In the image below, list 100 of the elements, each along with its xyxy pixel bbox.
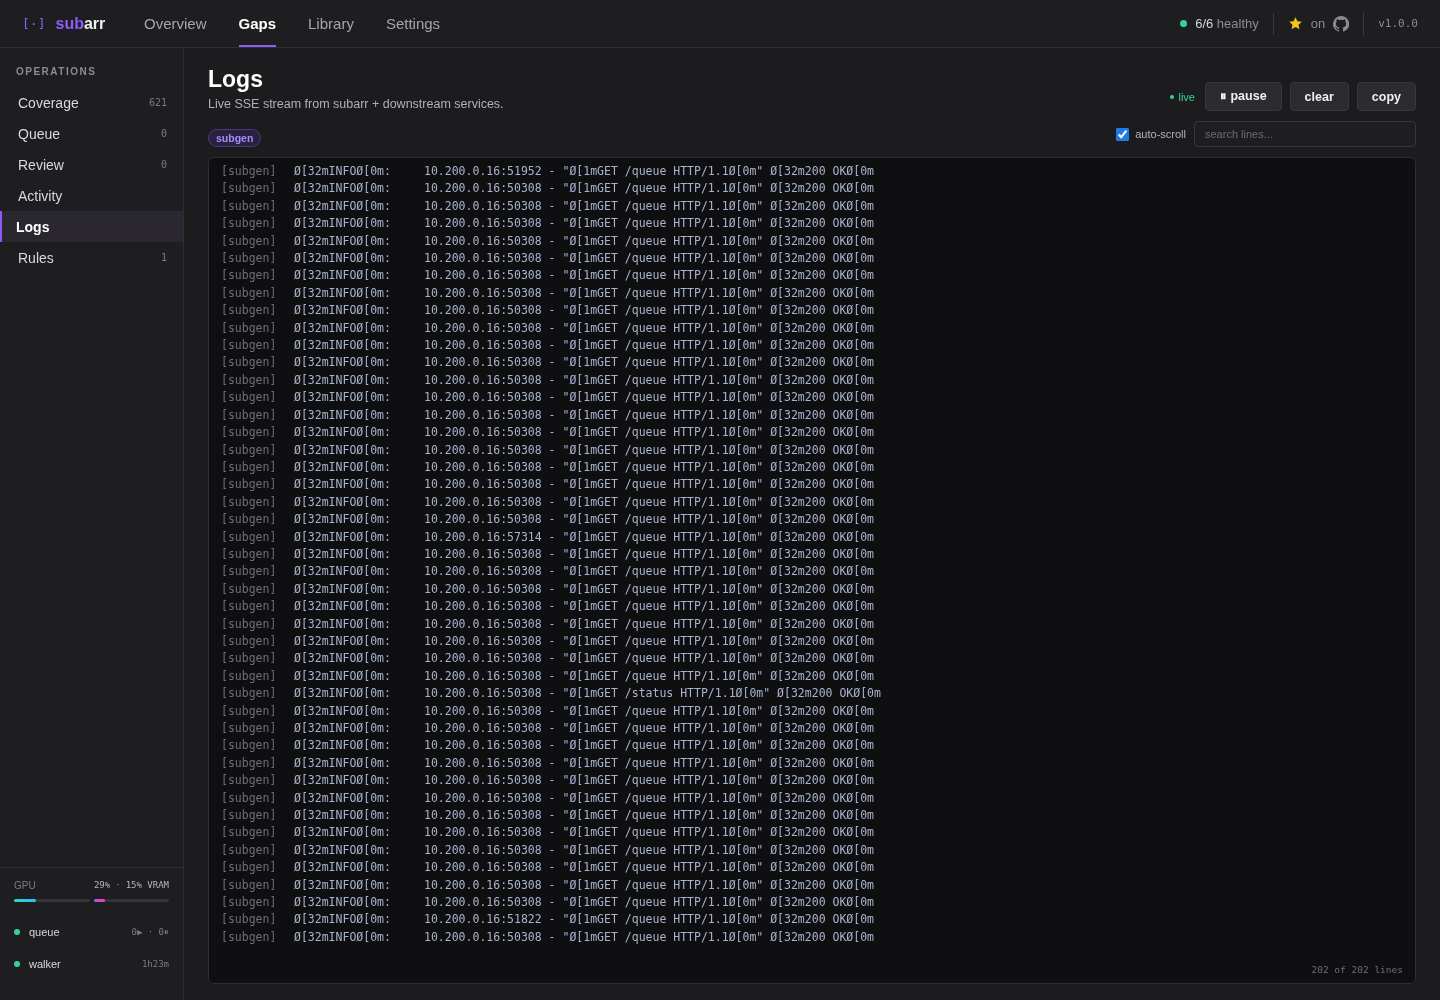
log-source: [subgen]	[221, 511, 278, 529]
log-level: Ø[32mINFOØ[0m:	[294, 876, 392, 894]
log-message: 10.200.0.16:50308 - "Ø[1mGET /queue HTTP/1.1Ø[0m" Ø[32m200 OKØ[0m	[424, 580, 875, 598]
log-source: [subgen]	[221, 615, 278, 633]
sidebar-label: Logs	[16, 218, 50, 235]
gpu-reading: 29%	[93, 880, 111, 891]
log-source: [subgen]	[221, 267, 278, 285]
log-message: 10.200.0.16:50308 - "Ø[1mGET /queue HTTP/1.1Ø[0m" Ø[32m200 OKØ[0m	[424, 545, 875, 563]
log-message: 10.200.0.16:50308 - "Ø[1mGET /queue HTTP/1.1Ø[0m" Ø[32m200 OKØ[0m	[424, 789, 875, 807]
log-message: 10.200.0.16:50308 - "Ø[1mGET /queue HTTP/1.1Ø[0m" Ø[32m200 OKØ[0m	[424, 928, 875, 946]
log-message: 10.200.0.16:50308 - "Ø[1mGET /queue HTTP/1.1Ø[0m" Ø[32m200 OKØ[0m	[424, 563, 875, 581]
log-source: [subgen]	[221, 876, 278, 894]
sidebar-item[interactable]: Rules 1	[0, 242, 183, 273]
log-level: Ø[32mINFOØ[0m:	[294, 371, 392, 389]
log-message: 10.200.0.16:50308 - "Ø[1mGET /queue HTTP/1.1Ø[0m" Ø[32m200 OKØ[0m	[424, 406, 875, 424]
nav-tab[interactable]: Overview	[144, 0, 207, 47]
log-source: [subgen]	[221, 894, 278, 912]
log-message: 10.200.0.16:50308 - "Ø[1mGET /queue HTTP/1.1Ø[0m" Ø[32m200 OKØ[0m	[424, 824, 875, 842]
log-source: [subgen]	[221, 667, 278, 685]
section-heading: OPERATIONS	[15, 66, 98, 79]
log-message: 10.200.0.16:50308 - "Ø[1mGET /queue HTTP/1.1Ø[0m" Ø[32m200 OKØ[0m	[424, 302, 875, 320]
log-message: 10.200.0.16:50308 - "Ø[1mGET /queue HTTP/1.1Ø[0m" Ø[32m200 OKØ[0m	[424, 476, 875, 494]
log-level: Ø[32mINFOØ[0m:	[294, 389, 392, 407]
page-title: Logs	[208, 66, 264, 93]
log-message: 10.200.0.16:50308 - "Ø[1mGET /queue HTTP/1.1Ø[0m" Ø[32m200 OKØ[0m	[424, 859, 875, 877]
worker-name: walker	[29, 958, 61, 970]
log-level: Ø[32mINFOØ[0m:	[294, 232, 392, 250]
worker-name: queue	[29, 926, 60, 938]
nav-tab[interactable]: Library	[308, 0, 354, 47]
log-message: 10.200.0.16:50308 - "Ø[1mGET /queue HTTP/1.1Ø[0m" Ø[32m200 OKØ[0m	[424, 894, 875, 912]
log-source: [subgen]	[221, 424, 278, 442]
log-level: Ø[32mINFOØ[0m:	[294, 163, 392, 180]
log-level: Ø[32mINFOØ[0m:	[294, 632, 392, 650]
log-level: Ø[32mINFOØ[0m:	[294, 528, 392, 546]
log-source: [subgen]	[221, 528, 278, 546]
log-level: Ø[32mINFOØ[0m:	[294, 180, 392, 198]
log-level: Ø[32mINFOØ[0m:	[294, 598, 392, 616]
log-message: 10.200.0.16:50308 - "Ø[1mGET /queue HTTP/1.1Ø[0m" Ø[32m200 OKØ[0m	[424, 458, 875, 476]
auto-scroll-label: auto-scroll	[1135, 128, 1186, 140]
log-level: Ø[32mINFOØ[0m:	[294, 215, 392, 233]
log-source: [subgen]	[221, 650, 278, 668]
log-source: [subgen]	[221, 284, 278, 302]
sidebar-label: Rules	[18, 249, 54, 266]
github-icon[interactable]	[1333, 15, 1350, 32]
source-filter-tag[interactable]: subgen	[208, 129, 262, 147]
log-source: [subgen]	[221, 632, 278, 650]
log-message: 10.200.0.16:50308 - "Ø[1mGET /queue HTTP/1.1Ø[0m" Ø[32m200 OKØ[0m	[424, 354, 875, 372]
log-source: [subgen]	[221, 580, 278, 598]
gpu-label: GPU	[14, 880, 36, 891]
log-source: [subgen]	[221, 772, 278, 790]
health-dot	[1180, 20, 1188, 27]
log-source: [subgen]	[221, 928, 278, 946]
log-level: Ø[32mINFOØ[0m:	[294, 789, 392, 807]
log-level: Ø[32mINFOØ[0m:	[294, 458, 392, 476]
sidebar-item[interactable]: Queue 0	[0, 118, 183, 149]
log-level: Ø[32mINFOØ[0m:	[294, 441, 392, 459]
log-level: Ø[32mINFOØ[0m:	[294, 493, 392, 511]
log-source: [subgen]	[221, 702, 278, 720]
log-message: 10.200.0.16:50308 - "Ø[1mGET /queue HTTP/1.1Ø[0m" Ø[32m200 OKØ[0m	[424, 807, 875, 825]
log-level: Ø[32mINFOØ[0m:	[294, 476, 392, 494]
star-icon[interactable]	[1287, 16, 1303, 31]
auto-scroll-checkbox[interactable]	[1116, 127, 1130, 141]
toolbar-button[interactable]: clear	[1289, 82, 1349, 111]
log-message: 10.200.0.16:50308 - "Ø[1mGET /queue HTTP/1.1Ø[0m" Ø[32m200 OKØ[0m	[424, 632, 875, 650]
log-message: 10.200.0.16:50308 - "Ø[1mGET /queue HTTP/1.1Ø[0m" Ø[32m200 OKØ[0m	[424, 371, 875, 389]
item-count: 1	[160, 252, 167, 263]
nav-tab[interactable]: Settings	[385, 0, 441, 47]
separator-dot: ·	[115, 880, 121, 891]
log-message: 10.200.0.16:50308 - "Ø[1mGET /queue HTTP/1.1Ø[0m" Ø[32m200 OKØ[0m	[424, 197, 875, 215]
log-message: 10.200.0.16:50308 - "Ø[1mGET /queue HTTP/1.1Ø[0m" Ø[32m200 OKØ[0m	[424, 319, 875, 337]
sidebar-item[interactable]: Logs	[0, 211, 183, 242]
log-message: 10.200.0.16:50308 - "Ø[1mGET /queue HTTP/1.1Ø[0m" Ø[32m200 OKØ[0m	[424, 511, 875, 529]
log-source: [subgen]	[221, 824, 278, 842]
star-label: on	[1310, 16, 1326, 31]
log-level: Ø[32mINFOØ[0m:	[294, 197, 392, 215]
toolbar-button[interactable]: ⏸ pause	[1205, 82, 1282, 111]
log-message: 10.200.0.16:50308 - "Ø[1mGET /queue HTTP/1.1Ø[0m" Ø[32m200 OKØ[0m	[424, 493, 875, 511]
sidebar-label: Queue	[18, 125, 61, 142]
app-name[interactable]: subarr	[55, 14, 106, 33]
log-source: [subgen]	[221, 563, 278, 581]
log-level: Ø[32mINFOØ[0m:	[294, 337, 392, 355]
log-level: Ø[32mINFOØ[0m:	[294, 267, 392, 285]
nav-tab[interactable]: Gaps	[238, 0, 277, 47]
sidebar-item[interactable]: Activity	[0, 180, 183, 211]
worker-reading: 1h23m	[141, 959, 169, 969]
sidebar-item[interactable]: Review 0	[0, 149, 183, 180]
search-field[interactable]: search lines...	[1194, 121, 1416, 147]
log-level: Ø[32mINFOØ[0m:	[294, 824, 392, 842]
log-message: 10.200.0.16:50308 - "Ø[1mGET /queue HTTP/1.1Ø[0m" Ø[32m200 OKØ[0m	[424, 215, 875, 233]
log-level: Ø[32mINFOØ[0m:	[294, 650, 392, 668]
log-source: [subgen]	[221, 789, 278, 807]
sidebar-item[interactable]: Coverage 621	[0, 87, 183, 118]
log-message: 10.200.0.16:50308 - "Ø[1mGET /queue HTTP/1.1Ø[0m" Ø[32m200 OKØ[0m	[424, 389, 875, 407]
log-message: 10.200.0.16:50308 - "Ø[1mGET /queue HTTP/1.1Ø[0m" Ø[32m200 OKØ[0m	[424, 180, 875, 198]
toolbar-button[interactable]: copy	[1356, 82, 1416, 111]
log-source: [subgen]	[221, 476, 278, 494]
log-level: Ø[32mINFOØ[0m:	[294, 284, 392, 302]
log-message: 10.200.0.16:50308 - "Ø[1mGET /queue HTTP/1.1Ø[0m" Ø[32m200 OKØ[0m	[424, 841, 875, 859]
worker-reading: 0▶ · 0⏸	[131, 926, 169, 938]
log-source: [subgen]	[221, 180, 278, 198]
